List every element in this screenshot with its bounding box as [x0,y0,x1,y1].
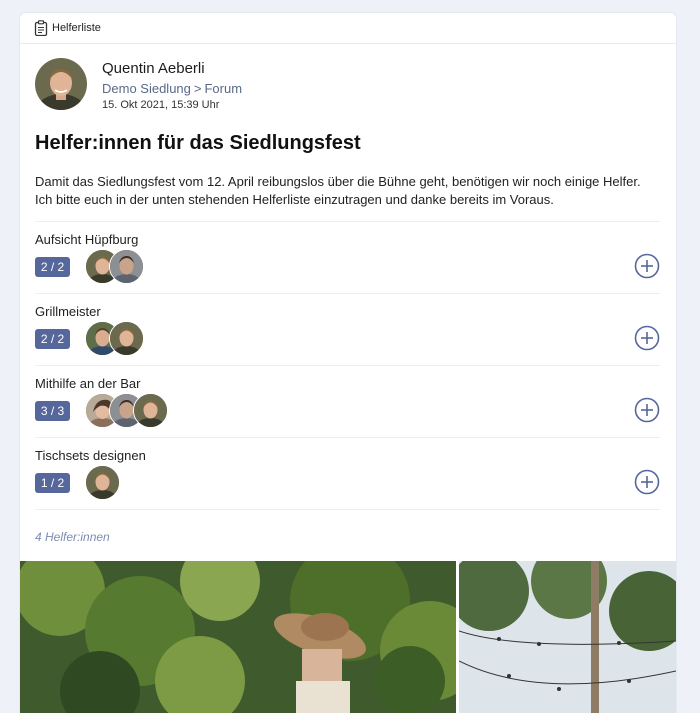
card-header-label: Helferliste [52,22,101,34]
add-helper-button[interactable] [634,397,660,423]
add-helper-button[interactable] [634,469,660,495]
task-helpers [85,465,120,500]
post-title: Helfer:innen für das Siedlungsfest [35,132,361,154]
task-helpers [85,393,168,428]
card-header: Helferliste [20,13,676,44]
breadcrumb-separator: > [193,81,202,96]
author-avatar[interactable] [35,58,87,110]
forum-link[interactable]: Forum [204,81,242,96]
helper-list: Aufsicht Hüpfburg 2 / 2 Grillmeister 2 /… [35,221,660,510]
add-helper-button[interactable] [634,325,660,351]
task-name: Tischsets designen [35,448,146,463]
task-row: Aufsicht Hüpfburg 2 / 2 [35,221,660,293]
plus-circle-icon [634,325,660,351]
post-description: Damit das Siedlungsfest vom 12. April re… [35,174,641,207]
clipboard-icon [34,20,48,36]
post-card: Helferliste Quentin Aeberli Demo Siedlun… [20,13,676,713]
post-date: 15. Okt 2021, 15:39 Uhr [102,99,220,111]
task-count-badge: 3 / 3 [35,401,70,421]
helper-avatar[interactable] [109,249,144,284]
plus-circle-icon [634,469,660,495]
post-author: Quentin Aeberli Demo Siedlung > Forum 15. … [35,58,242,111]
task-name: Mithilfe an der Bar [35,376,141,391]
task-name: Grillmeister [35,304,101,319]
helper-avatar[interactable] [109,321,144,356]
image-gallery [20,561,676,713]
plus-circle-icon [634,253,660,279]
task-count-badge: 2 / 2 [35,329,70,349]
gallery-photo[interactable] [459,561,676,713]
post-location: Demo Siedlung > Forum [102,81,242,96]
add-helper-button[interactable] [634,253,660,279]
task-row: Mithilfe an der Bar 3 / 3 [35,365,660,437]
task-helpers [85,249,144,284]
helper-count[interactable]: 4 Helfer:innen [35,530,110,544]
divider [35,509,660,510]
helper-avatar[interactable] [85,465,120,500]
task-row: Grillmeister 2 / 2 [35,293,660,365]
helper-avatar[interactable] [133,393,168,428]
task-count-badge: 1 / 2 [35,473,70,493]
community-link[interactable]: Demo Siedlung [102,81,191,96]
task-row: Tischsets designen 1 / 2 [35,437,660,509]
task-helpers [85,321,144,356]
author-name[interactable]: Quentin Aeberli [102,60,242,77]
gallery-photo[interactable] [20,561,456,713]
task-name: Aufsicht Hüpfburg [35,232,139,247]
task-count-badge: 2 / 2 [35,257,70,277]
plus-circle-icon [634,397,660,423]
